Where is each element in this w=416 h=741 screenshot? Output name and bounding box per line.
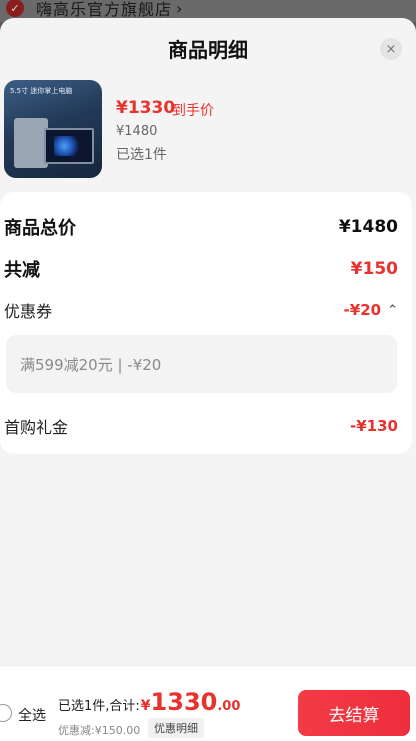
sum-label: 已选1件,合计:	[58, 699, 140, 714]
chevron-up-icon[interactable]: ⌃	[387, 303, 398, 318]
selected-count: 已选1件	[116, 147, 167, 163]
sum-amount-int: 1330	[150, 688, 218, 716]
discount-detail-button[interactable]: 优惠明细	[148, 718, 204, 738]
price-summary-card: 商品总价 ¥1480 共减 ¥150 优惠券 -¥20 ⌃ 满599减20元 |…	[0, 192, 412, 454]
total-price-row: 商品总价 ¥1480	[4, 214, 398, 240]
sum-currency: ¥	[140, 698, 151, 714]
thumbnail-caption: 5.5寸 迷你掌上电脑	[10, 87, 73, 95]
gift-row: 首购礼金 -¥130	[4, 414, 398, 438]
coupon-row[interactable]: 优惠券 -¥20 ⌃	[4, 298, 398, 322]
saved-amount: 优惠减:¥150.00	[58, 724, 141, 737]
store-logo-icon: ✓	[6, 0, 24, 17]
store-name: 嗨高乐官方旗舰店	[36, 0, 173, 19]
final-price-label: 到手价	[172, 103, 214, 119]
discount-row: 共减 ¥150	[4, 256, 398, 282]
product-final-price: ¥1330	[116, 98, 176, 118]
total-price-value: ¥1480	[338, 217, 398, 237]
checkout-button[interactable]: 去结算	[298, 690, 410, 736]
chevron-right-icon: ›	[176, 0, 184, 18]
sum-line: 已选1件,合计: ¥ 1330 .00	[58, 688, 240, 716]
coupon-value-wrap[interactable]: -¥20 ⌃	[344, 301, 398, 319]
total-price-label: 商品总价	[4, 218, 76, 239]
product-detail-sheet: 商品明细 × 5.5寸 迷你掌上电脑 ¥1330 到手价 ¥1480 已选1件 …	[0, 18, 416, 741]
gift-label: 首购礼金	[4, 418, 69, 437]
checkout-bar: 全选 已选1件,合计: ¥ 1330 .00 优惠减:¥150.00 优惠明细 …	[0, 665, 416, 741]
discount-label: 共减	[4, 260, 40, 281]
sheet-title: 商品明细	[168, 38, 248, 62]
select-all-radio[interactable]	[0, 704, 12, 722]
device-case-graphic	[14, 118, 48, 168]
coupon-value: -¥20	[343, 301, 382, 319]
coupon-detail-box: 满599减20元 | -¥20	[6, 335, 397, 393]
close-icon: ×	[385, 41, 397, 57]
coupon-label: 优惠券	[4, 302, 53, 321]
discount-detail-label: 优惠明细	[154, 722, 198, 735]
product-thumbnail[interactable]: 5.5寸 迷你掌上电脑	[4, 80, 102, 178]
device-screen-graphic	[44, 128, 94, 164]
product-item: 5.5寸 迷你掌上电脑 ¥1330 到手价 ¥1480 已选1件	[4, 80, 412, 180]
sum-amount-dec: .00	[217, 699, 241, 714]
select-all-label[interactable]: 全选	[18, 705, 46, 725]
coupon-detail-text: 满599减20元 | -¥20	[20, 355, 162, 374]
close-button[interactable]: ×	[380, 38, 402, 60]
discount-value: ¥150	[350, 259, 398, 279]
checkout-label: 去结算	[328, 705, 380, 726]
product-original-price: ¥1480	[116, 124, 158, 139]
gift-value: -¥130	[350, 417, 398, 435]
